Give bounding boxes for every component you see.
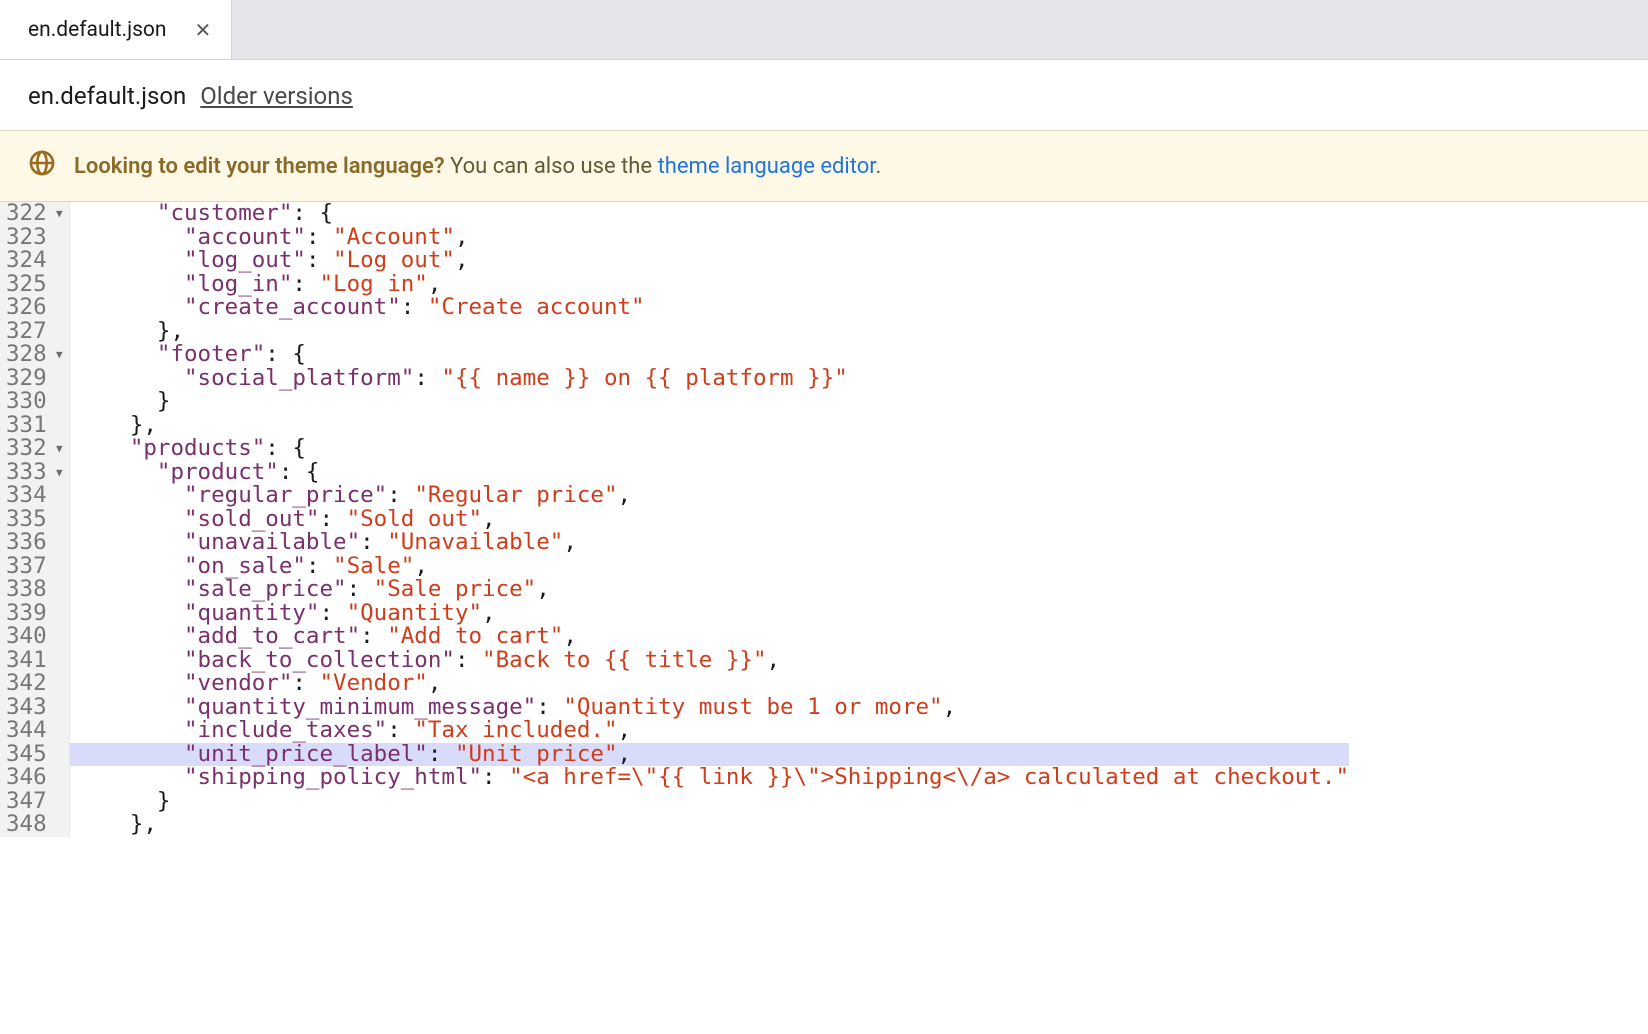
code-line[interactable]: "social_platform": "{{ name }} on {{ pla… <box>70 367 1349 391</box>
line-number: 327 <box>6 320 63 344</box>
theme-language-editor-link[interactable]: theme language editor <box>658 154 876 179</box>
line-number: 343 <box>6 696 63 720</box>
line-number: 348 <box>6 813 63 837</box>
line-number: 329 <box>6 367 63 391</box>
code-line[interactable]: "vendor": "Vendor", <box>70 672 1349 696</box>
banner-body: You can also use the <box>445 154 658 179</box>
line-number: 344 <box>6 719 63 743</box>
line-number: 337 <box>6 555 63 579</box>
line-number: 330 <box>6 390 63 414</box>
line-number: 323 <box>6 226 63 250</box>
code-line[interactable]: "on_sale": "Sale", <box>70 555 1349 579</box>
globe-icon <box>28 149 56 183</box>
line-number: 328▼ <box>6 343 63 367</box>
code-line[interactable]: "regular_price": "Regular price", <box>70 484 1349 508</box>
banner-period: . <box>875 154 881 179</box>
line-number: 325 <box>6 273 63 297</box>
breadcrumb: en.default.json Older versions <box>0 60 1648 130</box>
code-line[interactable]: "products": { <box>70 437 1349 461</box>
code-line[interactable]: "footer": { <box>70 343 1349 367</box>
line-number: 331 <box>6 414 63 438</box>
code-line[interactable]: "shipping_policy_html": "<a href=\"{{ li… <box>70 766 1349 790</box>
line-number: 345 <box>6 743 63 767</box>
code-line[interactable]: "quantity_minimum_message": "Quantity mu… <box>70 696 1349 720</box>
code-line[interactable]: "include_taxes": "Tax included.", <box>70 719 1349 743</box>
code-line[interactable]: } <box>70 390 1349 414</box>
close-icon[interactable]: ✕ <box>195 18 212 42</box>
code-line[interactable]: "sale_price": "Sale price", <box>70 578 1349 602</box>
fold-icon[interactable]: ▼ <box>51 437 63 461</box>
line-number: 326 <box>6 296 63 320</box>
line-number: 341 <box>6 649 63 673</box>
fold-icon[interactable]: ▼ <box>51 343 63 367</box>
code-line[interactable]: "back_to_collection": "Back to {{ title … <box>70 649 1349 673</box>
code-line[interactable]: }, <box>70 813 1349 837</box>
code-line[interactable]: }, <box>70 320 1349 344</box>
code-line[interactable]: "unit_price_label": "Unit price", <box>70 743 1349 767</box>
code-line[interactable]: "customer": { <box>70 202 1349 226</box>
code-content[interactable]: "customer": { "account": "Account", "log… <box>70 202 1349 837</box>
line-number: 333▼ <box>6 461 63 485</box>
line-number: 340 <box>6 625 63 649</box>
fold-icon[interactable]: ▼ <box>51 202 63 226</box>
file-name: en.default.json <box>28 82 186 110</box>
code-line[interactable]: "log_in": "Log in", <box>70 273 1349 297</box>
banner-heading: Looking to edit your theme language? <box>74 154 445 179</box>
line-number: 336 <box>6 531 63 555</box>
line-number: 335 <box>6 508 63 532</box>
line-number: 322▼ <box>6 202 63 226</box>
code-editor[interactable]: 322▼323324325326327328▼329330331332▼333▼… <box>0 202 1648 837</box>
line-number: 339 <box>6 602 63 626</box>
banner-text: Looking to edit your theme language? You… <box>74 154 881 179</box>
code-line[interactable]: }, <box>70 414 1349 438</box>
tab-label: en.default.json <box>28 18 167 42</box>
line-number: 346 <box>6 766 63 790</box>
code-line[interactable]: "create_account": "Create account" <box>70 296 1349 320</box>
line-number: 324 <box>6 249 63 273</box>
code-line[interactable]: "quantity": "Quantity", <box>70 602 1349 626</box>
tab-bar: en.default.json ✕ <box>0 0 1648 60</box>
line-number-gutter: 322▼323324325326327328▼329330331332▼333▼… <box>0 202 70 837</box>
line-number: 338 <box>6 578 63 602</box>
fold-icon[interactable]: ▼ <box>51 461 63 485</box>
line-number: 332▼ <box>6 437 63 461</box>
line-number: 347 <box>6 790 63 814</box>
older-versions-link[interactable]: Older versions <box>200 82 353 110</box>
code-line[interactable]: "log_out": "Log out", <box>70 249 1349 273</box>
code-line[interactable]: "account": "Account", <box>70 226 1349 250</box>
code-line[interactable]: } <box>70 790 1349 814</box>
code-line[interactable]: "unavailable": "Unavailable", <box>70 531 1349 555</box>
code-line[interactable]: "product": { <box>70 461 1349 485</box>
line-number: 342 <box>6 672 63 696</box>
code-line[interactable]: "sold_out": "Sold out", <box>70 508 1349 532</box>
info-banner: Looking to edit your theme language? You… <box>0 130 1648 202</box>
line-number: 334 <box>6 484 63 508</box>
code-line[interactable]: "add_to_cart": "Add to cart", <box>70 625 1349 649</box>
tab-active[interactable]: en.default.json ✕ <box>0 0 232 59</box>
